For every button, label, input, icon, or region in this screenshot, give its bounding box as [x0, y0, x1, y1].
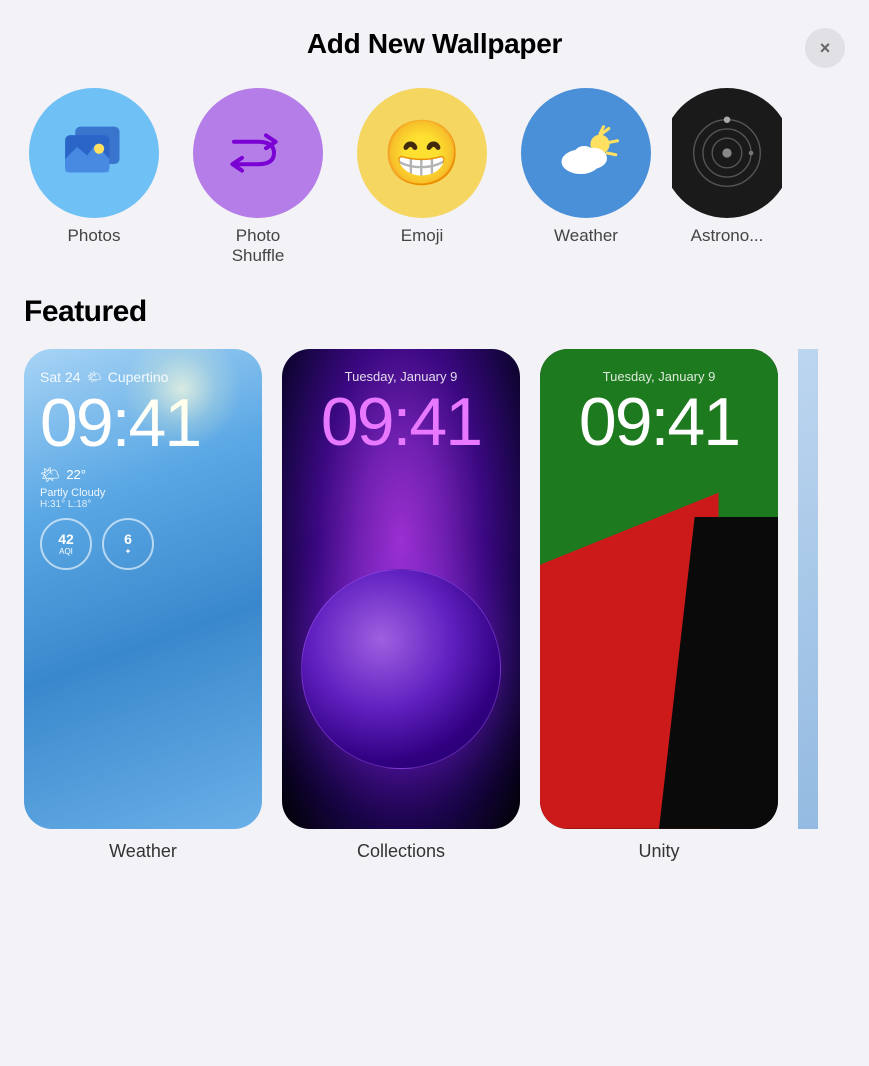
weather-icon: [551, 123, 621, 183]
weather-top-row: Sat 24 🌤 Cupertino: [40, 369, 246, 385]
collections-wallpaper-name: Collections: [357, 841, 445, 862]
aqi-label: AQI: [59, 547, 73, 556]
weather-temp: 22°: [66, 467, 86, 482]
close-icon: ×: [820, 38, 831, 59]
astronomy-circle: [672, 88, 782, 218]
collections-wallpaper-bg: Tuesday, January 9 09:41: [282, 349, 520, 829]
collections-time: 09:41: [321, 388, 481, 456]
category-emoji[interactable]: 😁 Emoji: [344, 88, 500, 246]
wallpaper-item-weather[interactable]: Sat 24 🌤 Cupertino 09:41 🌤 22° Partly Cl…: [24, 349, 262, 862]
weather-label: Weather: [554, 226, 618, 246]
aqi-value: 42: [58, 531, 74, 547]
add-wallpaper-modal: Add New Wallpaper × Photos: [0, 0, 869, 1066]
unity-time: 09:41: [579, 388, 739, 456]
aqi-widget: 42 AQI: [40, 518, 92, 570]
stars-icon: ✦: [125, 547, 132, 556]
modal-title: Add New Wallpaper: [307, 28, 562, 60]
collections-wallpaper-preview: Tuesday, January 9 09:41: [282, 349, 520, 829]
weather-wallpaper-bg: Sat 24 🌤 Cupertino 09:41 🌤 22° Partly Cl…: [24, 349, 262, 829]
unity-wallpaper-preview: Tuesday, January 9 09:41: [540, 349, 778, 829]
partial-wallpaper-preview: [798, 349, 818, 829]
weather-wallpaper-name: Weather: [109, 841, 177, 862]
astronomy-label: Astrono...: [691, 226, 764, 246]
stars-value: 6: [124, 531, 132, 547]
unity-wallpaper-bg: Tuesday, January 9 09:41: [540, 349, 778, 829]
partial-wallpaper-bg: [798, 349, 818, 829]
weather-temp-icon: 🌤: [40, 465, 60, 485]
weather-icon-small: 🌤: [86, 370, 101, 384]
wallpaper-item-collections[interactable]: Tuesday, January 9 09:41 Collections: [282, 349, 520, 862]
photo-shuffle-label: PhotoShuffle: [232, 226, 285, 267]
category-astronomy[interactable]: Astrono...: [672, 88, 782, 246]
weather-wallpaper-preview: Sat 24 🌤 Cupertino 09:41 🌤 22° Partly Cl…: [24, 349, 262, 829]
close-button[interactable]: ×: [805, 28, 845, 68]
photo-shuffle-circle: [193, 88, 323, 218]
astronomy-icon: [690, 116, 764, 190]
unity-text-area: Tuesday, January 9 09:41: [579, 369, 739, 456]
weather-date: Sat 24: [40, 369, 80, 385]
collections-date: Tuesday, January 9: [345, 369, 458, 384]
category-photo-shuffle[interactable]: PhotoShuffle: [180, 88, 336, 267]
weather-range: H:31° L:18°: [40, 499, 246, 510]
stars-widget: 6 ✦: [102, 518, 154, 570]
photos-circle: [29, 88, 159, 218]
emoji-icon: 😁: [382, 121, 462, 185]
weather-info-row: 🌤 22°: [40, 465, 246, 485]
wallpaper-item-unity[interactable]: Tuesday, January 9 09:41 Unity: [540, 349, 778, 862]
category-row: Photos PhotoShuffle 😁 Em: [0, 76, 869, 287]
weather-desc: Partly Cloudy: [40, 487, 246, 499]
category-photos[interactable]: Photos: [16, 88, 172, 246]
photos-label: Photos: [68, 226, 121, 246]
shuffle-icon: [226, 129, 290, 177]
featured-section: Featured Sat 24 🌤 Cupertino 09:41 🌤: [0, 287, 869, 886]
weather-circle: [521, 88, 651, 218]
emoji-circle: 😁: [357, 88, 487, 218]
category-weather[interactable]: Weather: [508, 88, 664, 246]
wallpaper-row: Sat 24 🌤 Cupertino 09:41 🌤 22° Partly Cl…: [24, 349, 845, 862]
wallpaper-item-partial[interactable]: [798, 349, 818, 862]
orb-decoration: [301, 569, 501, 769]
featured-title: Featured: [24, 295, 845, 329]
modal-header: Add New Wallpaper ×: [0, 0, 869, 76]
unity-date: Tuesday, January 9: [603, 369, 716, 384]
weather-widgets-row: 42 AQI 6 ✦: [40, 518, 246, 570]
emoji-label: Emoji: [401, 226, 444, 246]
weather-location: Cupertino: [108, 369, 169, 385]
photos-icon: [60, 123, 128, 183]
unity-wallpaper-name: Unity: [638, 841, 679, 862]
